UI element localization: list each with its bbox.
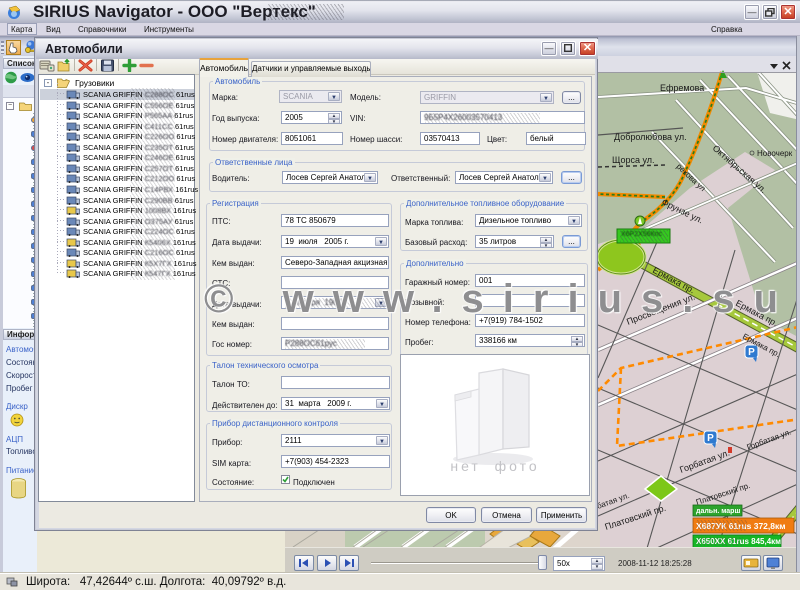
svg-text:дальн. марш: дальн. марш [696, 508, 740, 515]
svg-text:Щорса ул.: Щорса ул. [612, 155, 655, 165]
svg-text:Добролюбова ул.: Добролюбова ул. [614, 132, 687, 142]
svg-text:Ефремова: Ефремова [660, 83, 704, 93]
svg-text:P: P [707, 433, 714, 444]
svg-text:Новочерк: Новочерк [757, 149, 793, 158]
svg-text:P: P [748, 347, 755, 358]
